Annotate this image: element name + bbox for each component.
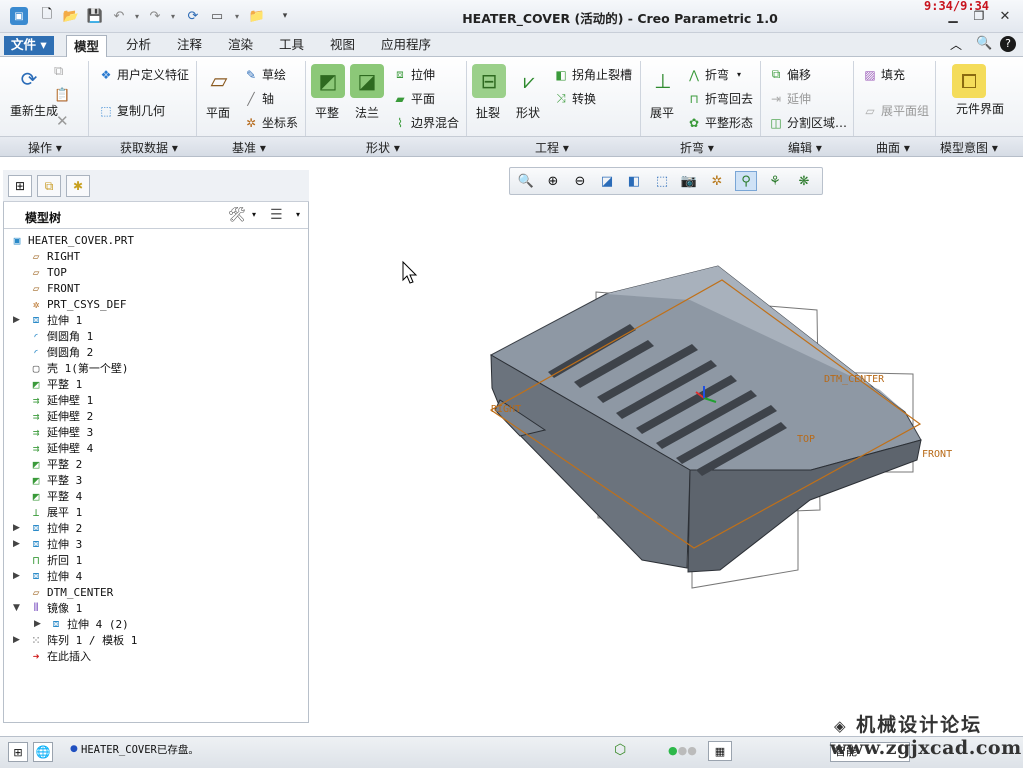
selection-filter-icon[interactable]: ▦: [708, 741, 732, 761]
watermark-title: ◈ 机械设计论坛: [834, 714, 983, 736]
message-bullet-icon: ●: [70, 744, 78, 754]
watermark-logo-icon: ◈: [834, 717, 848, 735]
regen-status-icon[interactable]: ⬡: [614, 742, 626, 758]
model-viewport[interactable]: RIGHT TOP FRONT DTM_CENTER: [0, 0, 1023, 768]
datum-label-top: TOP: [797, 434, 815, 445]
datum-label-front: FRONT: [922, 449, 952, 460]
mouse-cursor-icon: [402, 260, 418, 284]
datum-label-right: RIGHT: [491, 404, 521, 415]
navigator-toggle-icon[interactable]: ⊞: [8, 742, 28, 762]
status-light-icon: ●●●: [668, 744, 697, 757]
browser-toggle-icon[interactable]: 🌐: [33, 742, 53, 762]
watermark-url: www.zgjxcad.com: [830, 737, 1022, 759]
datum-label-dtm-center: DTM_CENTER: [824, 374, 885, 385]
status-message: HEATER_COVER已存盘。: [81, 744, 199, 756]
